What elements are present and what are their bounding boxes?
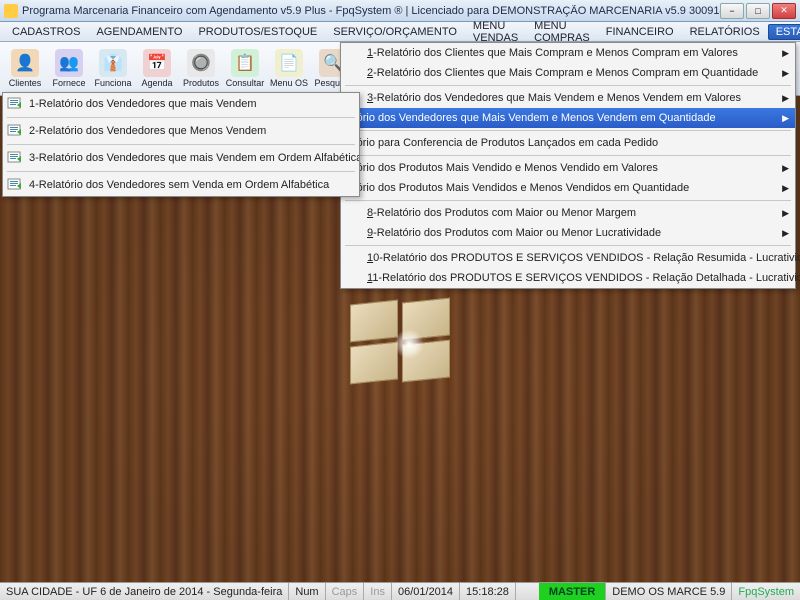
toolbar-consultar-button[interactable]: 📋Consultar: [224, 45, 266, 93]
dropdown-item[interactable]: 10-Relatório dos PRODUTOS E SERVIÇOS VEN…: [341, 248, 795, 268]
menu-bar: CADASTROSAGENDAMENTOPRODUTOS/ESTOQUESERV…: [0, 22, 800, 42]
dropdown-item[interactable]: 9-Relatório dos Produtos com Maior ou Me…: [341, 223, 795, 243]
menu-separator: [345, 130, 791, 131]
toolbar-menu os-button[interactable]: 📄Menu OS: [268, 45, 310, 93]
menu-agendamento[interactable]: AGENDAMENTO: [88, 24, 190, 40]
submenu-arrow-icon: ▶: [782, 113, 789, 124]
dropdown-item[interactable]: latório dos Vendedores que Mais Vendem e…: [341, 108, 795, 128]
menu-estatistica[interactable]: ESTATISTICA: [768, 24, 800, 40]
report-icon: [7, 177, 23, 191]
dropdown-item[interactable]: 8-Relatório dos Produtos com Maior ou Me…: [341, 203, 795, 223]
fornece-icon: 👥: [55, 49, 83, 77]
submenu-item[interactable]: 4-Relatório dos Vendedores sem Venda em …: [3, 174, 359, 196]
submenu-item[interactable]: 1-Relatório dos Vendedores que mais Vend…: [3, 93, 359, 115]
submenu-arrow-icon: ▶: [782, 68, 789, 79]
dropdown-item[interactable]: latório dos Produtos Mais Vendido e Meno…: [341, 158, 795, 178]
submenu-item[interactable]: 2-Relatório dos Vendedores que Menos Ven…: [3, 120, 359, 142]
minimize-button[interactable]: −: [720, 3, 744, 19]
dropdown-item[interactable]: 11-Relatório dos PRODUTOS E SERVIÇOS VEN…: [341, 268, 795, 288]
window-title: Programa Marcenaria Financeiro com Agend…: [22, 5, 720, 17]
menu os-icon: 📄: [275, 49, 303, 77]
window-controls: − □ ✕: [720, 3, 796, 19]
submenu-arrow-icon: ▶: [782, 48, 789, 59]
toolbar-clientes-button[interactable]: 👤Clientes: [4, 45, 46, 93]
status-location: SUA CIDADE - UF 6 de Janeiro de 2014 - S…: [0, 583, 289, 600]
status-time: 15:18:28: [460, 583, 516, 600]
menu-separator: [345, 85, 791, 86]
menu-separator: [7, 117, 355, 118]
submenu-arrow-icon: ▶: [782, 208, 789, 219]
report-icon: [7, 150, 23, 164]
status-num: Num: [289, 583, 325, 600]
close-button[interactable]: ✕: [772, 3, 796, 19]
menu-separator: [345, 245, 791, 246]
toolbar-funciona-button[interactable]: 👔Funciona: [92, 45, 134, 93]
dropdown-item[interactable]: latório para Conferencia de Produtos Lan…: [341, 133, 795, 153]
produtos-icon: 🔘: [187, 49, 215, 77]
dropdown-item[interactable]: 1-Relatório dos Clientes que Mais Compra…: [341, 43, 795, 63]
vendedores-submenu: 1-Relatório dos Vendedores que mais Vend…: [2, 92, 360, 197]
submenu-arrow-icon: ▶: [782, 228, 789, 239]
menu-separator: [7, 171, 355, 172]
submenu-arrow-icon: ▶: [782, 183, 789, 194]
menu-produtosestoque[interactable]: PRODUTOS/ESTOQUE: [190, 24, 325, 40]
clientes-icon: 👤: [11, 49, 39, 77]
menu-financeiro[interactable]: FINANCEIRO: [598, 24, 682, 40]
toolbar-produtos-button[interactable]: 🔘Produtos: [180, 45, 222, 93]
menu-separator: [345, 200, 791, 201]
status-bar: SUA CIDADE - UF 6 de Janeiro de 2014 - S…: [0, 582, 800, 600]
status-caps: Caps: [326, 583, 365, 600]
dropdown-item[interactable]: latório dos Produtos Mais Vendidos e Men…: [341, 178, 795, 198]
funciona-icon: 👔: [99, 49, 127, 77]
submenu-arrow-icon: ▶: [782, 93, 789, 104]
menu-separator: [7, 144, 355, 145]
maximize-button[interactable]: □: [746, 3, 770, 19]
dropdown-item[interactable]: 2-Relatório dos Clientes que Mais Compra…: [341, 63, 795, 83]
report-icon: [7, 123, 23, 137]
menu-serviooramento[interactable]: SERVIÇO/ORÇAMENTO: [325, 24, 465, 40]
toolbar-agenda-button[interactable]: 📅Agenda: [136, 45, 178, 93]
windows-logo-image: [340, 294, 460, 394]
dropdown-item[interactable]: 3-Relatório dos Vendedores que Mais Vend…: [341, 88, 795, 108]
toolbar-fornece-button[interactable]: 👥Fornece: [48, 45, 90, 93]
status-brand: FpqSystem: [732, 583, 800, 600]
app-icon: [4, 4, 18, 18]
submenu-item[interactable]: 3-Relatório dos Vendedores que mais Vend…: [3, 147, 359, 169]
menu-separator: [345, 155, 791, 156]
status-master: MASTER: [539, 583, 606, 600]
estatistica-dropdown-menu: 1-Relatório dos Clientes que Mais Compra…: [340, 42, 796, 289]
title-bar: Programa Marcenaria Financeiro com Agend…: [0, 0, 800, 22]
consultar-icon: 📋: [231, 49, 259, 77]
menu-relatrios[interactable]: RELATÓRIOS: [682, 24, 768, 40]
status-date: 06/01/2014: [392, 583, 460, 600]
status-ins: Ins: [364, 583, 392, 600]
status-demo: DEMO OS MARCE 5.9: [606, 583, 732, 600]
submenu-arrow-icon: ▶: [782, 163, 789, 174]
menu-cadastros[interactable]: CADASTROS: [4, 24, 88, 40]
report-icon: [7, 96, 23, 110]
agenda-icon: 📅: [143, 49, 171, 77]
